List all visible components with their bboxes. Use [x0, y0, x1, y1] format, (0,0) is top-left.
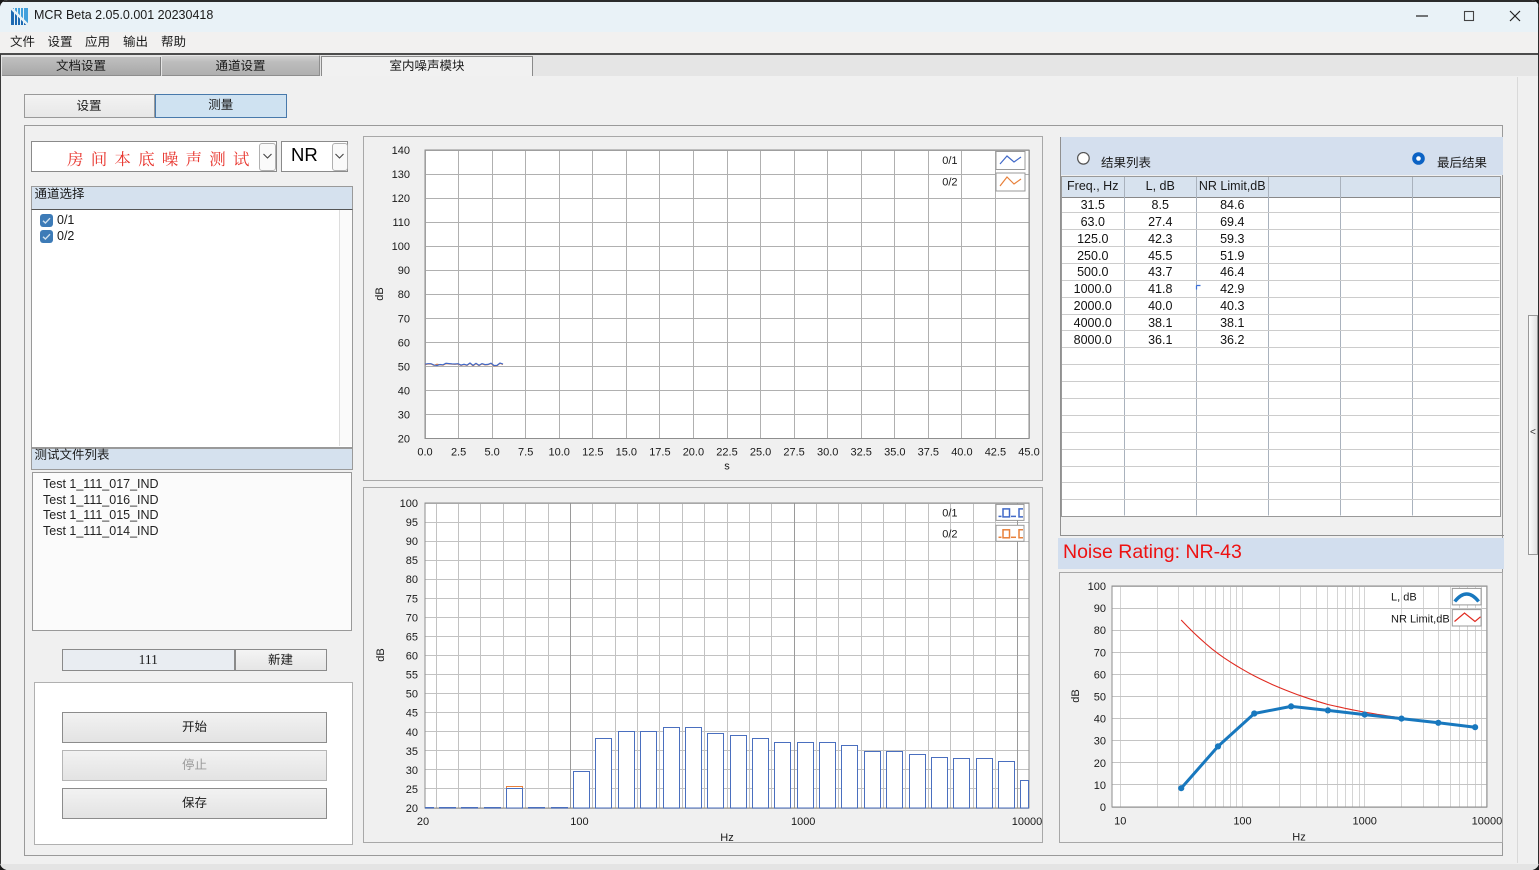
svg-text:95: 95	[406, 517, 418, 529]
svg-text:35: 35	[406, 746, 418, 758]
svg-text:45.0: 45.0	[1018, 447, 1039, 459]
svg-text:30.0: 30.0	[817, 447, 838, 459]
svg-text:37.5: 37.5	[918, 447, 939, 459]
svg-text:2.5: 2.5	[451, 447, 466, 459]
svg-text:50: 50	[398, 361, 410, 373]
svg-text:10: 10	[1094, 780, 1106, 792]
svg-text:0: 0	[1100, 802, 1106, 814]
svg-text:90: 90	[398, 265, 410, 277]
svg-text:100: 100	[400, 498, 418, 510]
svg-text:7.5: 7.5	[518, 447, 533, 459]
svg-text:10: 10	[1114, 816, 1126, 828]
svg-text:85: 85	[406, 555, 418, 567]
svg-text:1000: 1000	[1352, 816, 1376, 828]
svg-text:130: 130	[392, 169, 410, 181]
svg-text:L, dB: L, dB	[1391, 592, 1417, 604]
svg-text:20: 20	[417, 816, 429, 828]
svg-text:100: 100	[570, 816, 588, 828]
svg-text:80: 80	[398, 289, 410, 301]
svg-text:dB: dB	[1070, 689, 1082, 702]
svg-text:30: 30	[406, 765, 418, 777]
svg-text:17.5: 17.5	[649, 447, 670, 459]
svg-text:70: 70	[398, 313, 410, 325]
svg-text:40: 40	[1094, 714, 1106, 726]
svg-text:32.5: 32.5	[850, 447, 871, 459]
svg-text:100: 100	[1233, 816, 1251, 828]
svg-text:Hz: Hz	[1292, 832, 1305, 844]
svg-text:75: 75	[406, 593, 418, 605]
svg-text:80: 80	[1094, 625, 1106, 637]
svg-text:dB: dB	[375, 648, 387, 661]
svg-text:42.5: 42.5	[985, 447, 1006, 459]
svg-text:20: 20	[398, 434, 410, 446]
svg-text:15.0: 15.0	[616, 447, 637, 459]
svg-text:90: 90	[406, 536, 418, 548]
svg-text:Hz: Hz	[720, 832, 733, 843]
svg-text:90: 90	[1094, 603, 1106, 615]
svg-text:0/1: 0/1	[942, 508, 957, 520]
svg-text:65: 65	[406, 631, 418, 643]
svg-text:27.5: 27.5	[783, 447, 804, 459]
svg-text:30: 30	[1094, 736, 1106, 748]
svg-text:50: 50	[406, 689, 418, 701]
svg-text:5.0: 5.0	[484, 447, 499, 459]
svg-text:10.0: 10.0	[548, 447, 569, 459]
svg-text:70: 70	[406, 612, 418, 624]
svg-text:45: 45	[406, 708, 418, 720]
svg-text:55: 55	[406, 670, 418, 682]
svg-text:80: 80	[406, 574, 418, 586]
svg-text:0/2: 0/2	[942, 529, 957, 541]
svg-text:dB: dB	[374, 287, 386, 300]
svg-text:50: 50	[1094, 692, 1106, 704]
svg-text:100: 100	[1088, 581, 1106, 593]
svg-text:140: 140	[392, 145, 410, 157]
svg-text:0.0: 0.0	[417, 447, 432, 459]
svg-text:40.0: 40.0	[951, 447, 972, 459]
svg-text:25: 25	[406, 784, 418, 796]
svg-text:60: 60	[398, 337, 410, 349]
svg-text:22.5: 22.5	[716, 447, 737, 459]
svg-text:60: 60	[1094, 669, 1106, 681]
svg-text:NR Limit,dB: NR Limit,dB	[1391, 614, 1450, 626]
svg-text:60: 60	[406, 651, 418, 663]
svg-text:40: 40	[398, 385, 410, 397]
svg-text:25.0: 25.0	[750, 447, 771, 459]
svg-text:30: 30	[398, 410, 410, 422]
svg-text:1000: 1000	[791, 816, 815, 828]
svg-text:40: 40	[406, 727, 418, 739]
svg-text:10000: 10000	[1472, 816, 1503, 828]
svg-text:12.5: 12.5	[582, 447, 603, 459]
svg-text:10000: 10000	[1012, 816, 1043, 828]
svg-text:100: 100	[392, 241, 410, 253]
svg-text:35.0: 35.0	[884, 447, 905, 459]
svg-text:s: s	[724, 461, 730, 473]
svg-text:0/1: 0/1	[942, 155, 957, 167]
svg-text:70: 70	[1094, 647, 1106, 659]
svg-text:120: 120	[392, 193, 410, 205]
svg-text:20: 20	[1094, 758, 1106, 770]
svg-text:20: 20	[406, 803, 418, 815]
svg-text:20.0: 20.0	[683, 447, 704, 459]
svg-text:110: 110	[392, 217, 410, 229]
svg-text:0/2: 0/2	[942, 177, 957, 189]
